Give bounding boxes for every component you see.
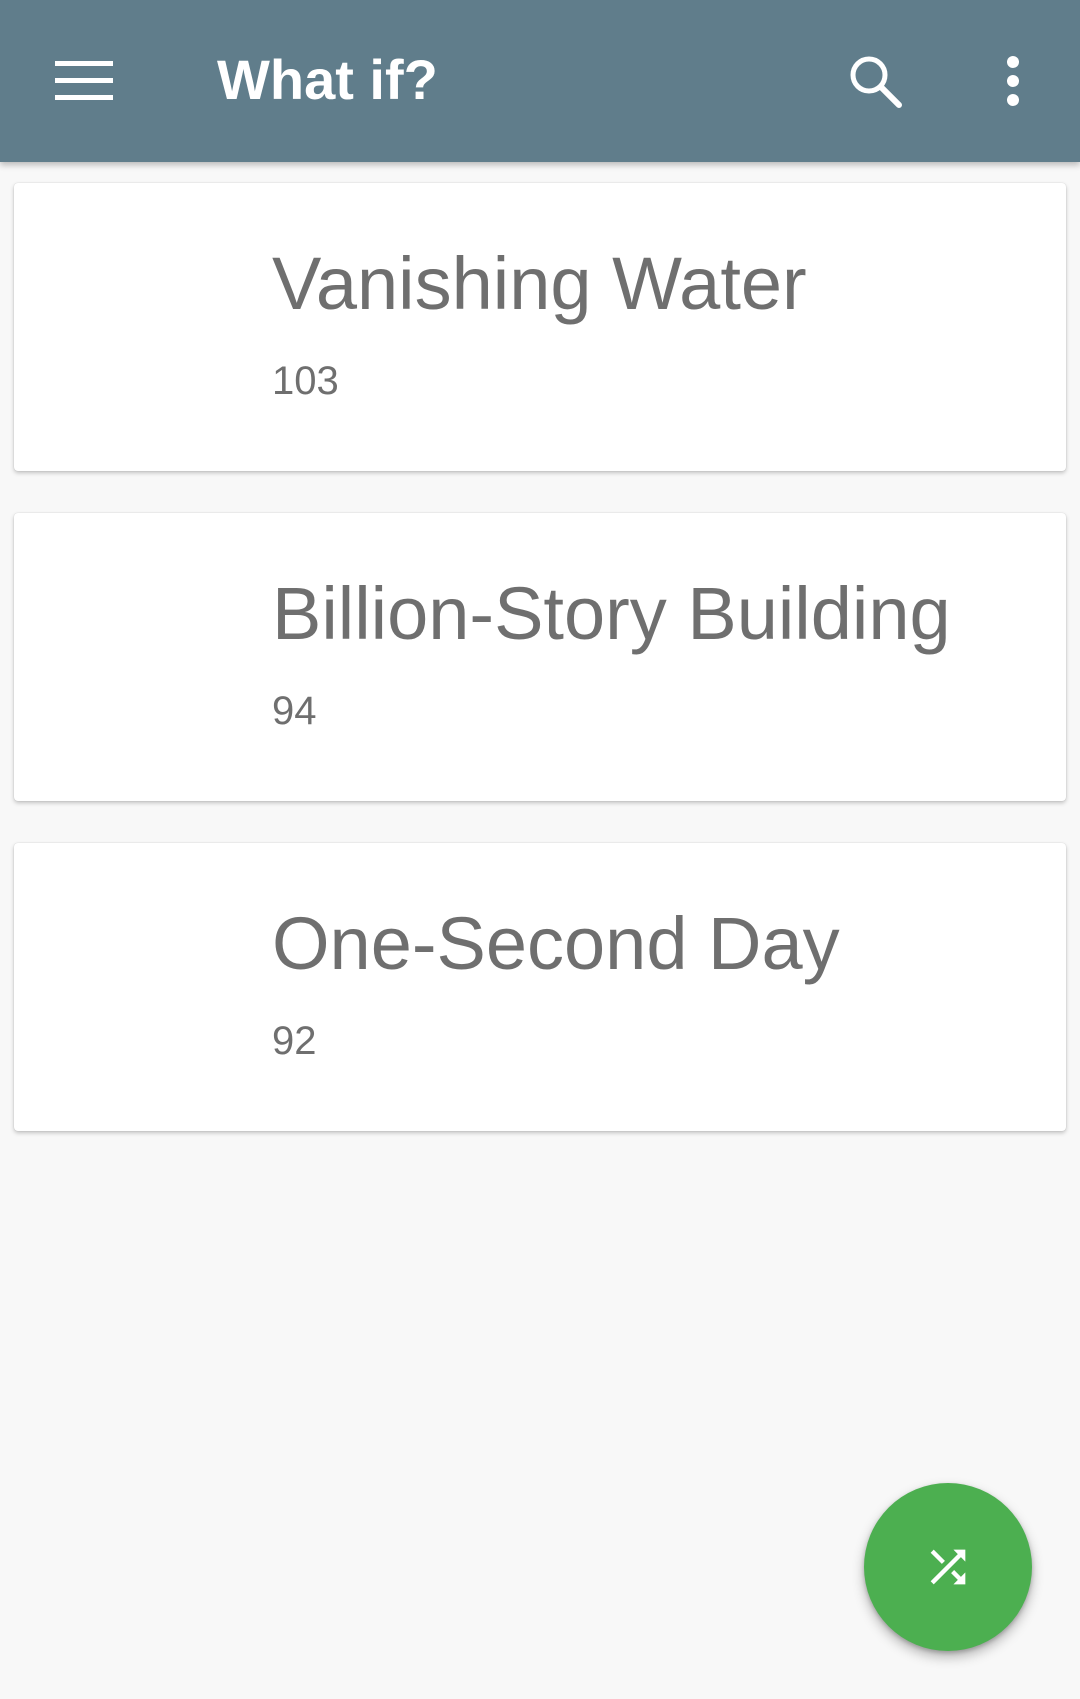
article-title: Vanishing Water <box>272 242 807 325</box>
article-number: 103 <box>272 359 339 403</box>
article-title: One-Second Day <box>272 902 840 985</box>
hamburger-menu-icon <box>55 61 113 100</box>
article-card[interactable]: Vanishing Water 103 <box>14 183 1066 471</box>
article-title: Billion-Story Building <box>272 572 951 655</box>
shuffle-icon <box>930 1549 966 1585</box>
navigation-menu-button[interactable] <box>28 31 140 131</box>
article-number: 94 <box>272 689 317 733</box>
more-vert-icon <box>1007 56 1019 106</box>
overflow-menu-button[interactable] <box>963 31 1063 131</box>
app-bar: What if? <box>0 0 1080 162</box>
app-title: What if? <box>217 48 438 111</box>
search-icon <box>850 56 902 108</box>
article-card[interactable]: One-Second Day 92 <box>14 843 1066 1131</box>
article-card[interactable]: Billion-Story Building 94 <box>14 513 1066 801</box>
article-number: 92 <box>272 1019 317 1063</box>
search-button[interactable] <box>820 31 930 131</box>
shuffle-random-article-button[interactable] <box>864 1483 1032 1651</box>
